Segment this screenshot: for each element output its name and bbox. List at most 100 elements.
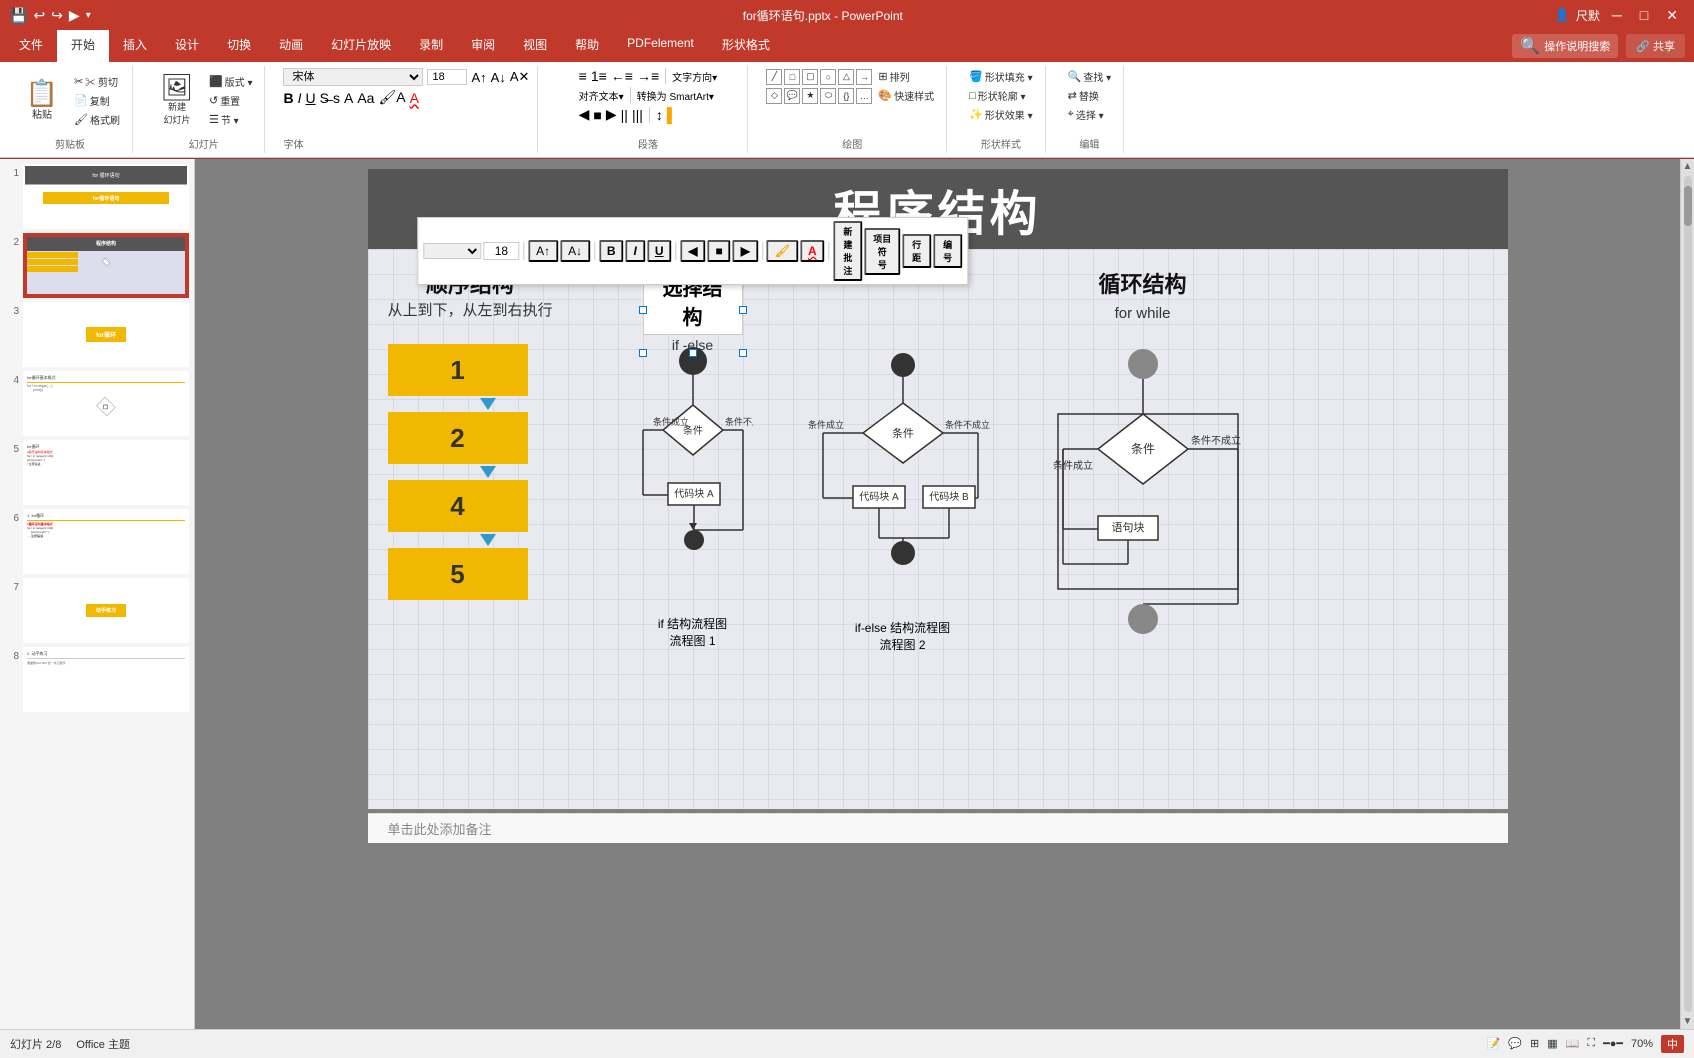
language-badge[interactable]: 中: [1661, 1035, 1684, 1053]
right-scrollbar[interactable]: ▲ ▼: [1680, 159, 1694, 1029]
mt-grow-button[interactable]: A↑: [528, 240, 558, 262]
line-spacing-button[interactable]: ↕: [656, 107, 663, 123]
slide-image-3[interactable]: for循环: [23, 302, 189, 367]
mt-font-size[interactable]: [483, 242, 519, 260]
tab-help[interactable]: 帮助: [561, 30, 613, 62]
zoom-slider[interactable]: ━●━: [1603, 1037, 1623, 1050]
quick-styles-button[interactable]: 🎨 快速样式: [874, 87, 938, 104]
rounded-rect-shape[interactable]: ▢: [802, 69, 818, 85]
mt-align-center-button[interactable]: ■: [708, 240, 731, 262]
mt-underline-button[interactable]: U: [647, 240, 672, 262]
slide-image-1[interactable]: for 循环语句 for循环语句: [23, 164, 189, 229]
paste-button[interactable]: 📋 粘贴: [16, 68, 68, 132]
smartart-button[interactable]: 转换为 SmartArt▾: [637, 88, 714, 103]
columns-button[interactable]: |||: [632, 107, 643, 123]
mt-highlight-button[interactable]: 🖌: [767, 240, 798, 262]
shape-fill-button[interactable]: 🪣 形状填充 ▾: [965, 68, 1037, 85]
font-color-button[interactable]: A: [410, 90, 419, 106]
mt-font-color-button[interactable]: A: [800, 240, 825, 262]
font-size-input[interactable]: [427, 69, 467, 85]
reset-button[interactable]: ↺ 重置: [205, 92, 257, 109]
text-direction-button[interactable]: 文字方向▾: [672, 69, 717, 84]
rect-shape[interactable]: □: [784, 69, 800, 85]
view-slideshow-button[interactable]: ⛶: [1587, 1037, 1595, 1050]
cylinder-shape[interactable]: ⬭: [820, 88, 836, 104]
bullets-button[interactable]: ≡: [579, 68, 587, 84]
mt-font-select[interactable]: [423, 243, 482, 259]
highlight-button[interactable]: 🖌A: [378, 89, 405, 106]
bracket-shape[interactable]: {}: [838, 88, 854, 104]
tab-file[interactable]: 文件: [5, 30, 57, 62]
font-clear-button[interactable]: A✕: [510, 69, 530, 85]
seq-block-2[interactable]: 2: [388, 412, 528, 464]
slide-thumb-8[interactable]: 8 2. 动手练习 课堂练102,300 道一共几数字: [5, 647, 189, 712]
notes-bar[interactable]: 单击此处添加备注: [368, 813, 1508, 843]
find-button[interactable]: 🔍 查找 ▾: [1064, 68, 1116, 85]
max-button[interactable]: □: [1634, 5, 1654, 25]
para-highlight-button[interactable]: ▌: [667, 107, 677, 123]
view-reading-button[interactable]: 📖: [1566, 1037, 1580, 1050]
align-text-button[interactable]: 对齐文本▾: [579, 88, 624, 103]
slide-thumb-2[interactable]: 2 程序结构: [5, 233, 189, 298]
canvas-area[interactable]: 程序结构 顺序结构 从上到下，从左到右执行 1 2 4: [195, 159, 1680, 1029]
format-painter-button[interactable]: 🖌 格式刷: [70, 111, 124, 128]
layout-button[interactable]: ⬛ 版式 ▾: [205, 73, 257, 90]
comments-button[interactable]: 💬: [1508, 1037, 1522, 1050]
align-center-button[interactable]: ■: [593, 107, 601, 123]
tab-record[interactable]: 录制: [405, 30, 457, 62]
share-button[interactable]: 🔗 共享: [1626, 34, 1685, 58]
shape-effect-button[interactable]: ✨ 形状效果 ▾: [965, 106, 1037, 123]
slide-panel[interactable]: 1 for 循环语句 for循环语句 2: [0, 159, 195, 1029]
shadow-button[interactable]: s: [333, 90, 340, 106]
font-grow-button[interactable]: A↑: [471, 70, 486, 85]
scroll-down-arrow[interactable]: ▼: [1683, 1016, 1693, 1027]
new-slide-button[interactable]: 🖼 新建 幻灯片: [151, 68, 203, 132]
oval-shape[interactable]: ○: [820, 69, 836, 85]
slide-image-6[interactable]: 1. for循环 ●循环语句基本格式 for i in range(1,101)…: [23, 509, 189, 574]
mt-items-button[interactable]: 项目符号: [864, 228, 900, 275]
slide-image-5[interactable]: for循环 ●循环语句基本格式 for i in range(1,101): p…: [23, 440, 189, 505]
underline-button[interactable]: U: [306, 90, 316, 106]
slide-image-7[interactable]: 动手练习: [23, 578, 189, 643]
slide-thumb-3[interactable]: 3 for循环: [5, 302, 189, 367]
align-left-button[interactable]: ◀: [579, 106, 590, 123]
present-icon[interactable]: ▶: [69, 7, 80, 24]
callout-shape[interactable]: 💬: [784, 88, 800, 104]
view-slide-button[interactable]: ▦: [1547, 1037, 1557, 1050]
mt-new-batch-button[interactable]: 新建批注: [833, 221, 862, 281]
notes-placeholder[interactable]: 单击此处添加备注: [388, 822, 492, 837]
increase-indent-button[interactable]: →≡: [637, 68, 659, 84]
section-button[interactable]: ☰ 节 ▾: [205, 111, 257, 128]
scroll-thumb[interactable]: [1684, 186, 1692, 226]
seq-block-4[interactable]: 4: [388, 480, 528, 532]
redo-icon[interactable]: ↪: [51, 7, 63, 24]
mt-linespace-button[interactable]: 行距: [902, 234, 931, 268]
slide-body[interactable]: 顺序结构 从上到下，从左到右执行 1 2 4 5: [368, 249, 1508, 809]
tab-review[interactable]: 审阅: [457, 30, 509, 62]
tab-slideshow[interactable]: 幻灯片放映: [317, 30, 405, 62]
shape-outline-button[interactable]: □ 形状轮廓 ▾: [965, 87, 1037, 104]
mt-shrink-button[interactable]: A↓: [560, 240, 590, 262]
bold-button[interactable]: B: [283, 90, 293, 106]
case-button[interactable]: Aa: [357, 90, 374, 106]
justify-button[interactable]: ||: [621, 107, 628, 123]
tab-design[interactable]: 设计: [161, 30, 213, 62]
arrow-shape[interactable]: →: [856, 69, 872, 85]
save-icon[interactable]: 💾: [10, 7, 27, 24]
replace-button[interactable]: ⇄ 替换: [1064, 87, 1116, 104]
tab-home[interactable]: 开始: [57, 30, 109, 62]
tab-shape-format[interactable]: 形状格式: [708, 30, 784, 62]
mini-toolbar[interactable]: A↑ A↓ B I U ◀ ■ ▶ 🖌 A 新建批注: [417, 217, 968, 285]
tab-pdfelement[interactable]: PDFelement: [613, 30, 708, 62]
slide-thumb-4[interactable]: 4 for循环基本格式 for i in range(...): print(i…: [5, 371, 189, 436]
seq-block-1[interactable]: 1: [388, 344, 528, 396]
mt-align-left-button[interactable]: ◀: [680, 240, 705, 262]
font-name-select[interactable]: 宋体: [283, 68, 423, 86]
numbering-button[interactable]: 1≡: [591, 68, 607, 84]
arrange-button[interactable]: ⊞ 排列: [874, 68, 938, 85]
mt-number-button[interactable]: 编号: [933, 234, 962, 268]
star-shape[interactable]: ★: [802, 88, 818, 104]
tab-view[interactable]: 视图: [509, 30, 561, 62]
slide-thumb-1[interactable]: 1 for 循环语句 for循环语句: [5, 164, 189, 229]
mt-bold-button[interactable]: B: [599, 240, 624, 262]
